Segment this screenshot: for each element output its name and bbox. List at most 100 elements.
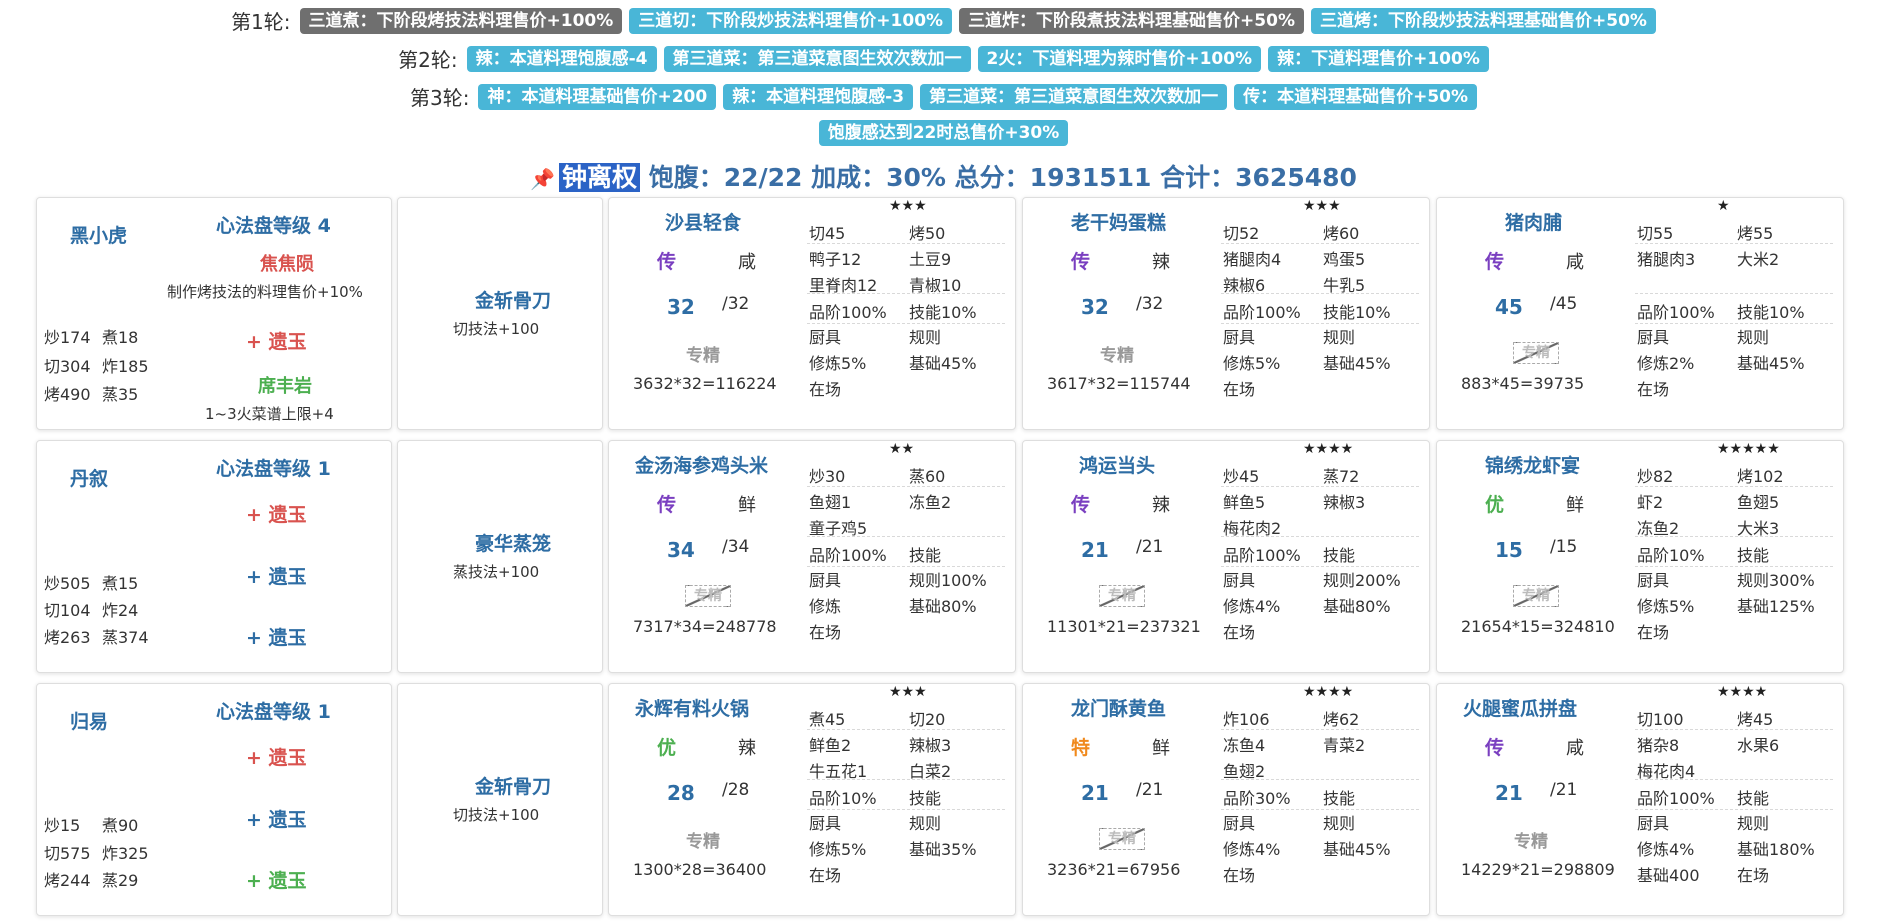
equipment-card[interactable]: 金斩骨刀 切技法+100: [397, 683, 603, 916]
dish-card[interactable]: 金汤海参鸡头米 ★★ 传 鲜 34/34 专精 7317*34=248778 炒30 蒸60 鱼翅…: [608, 440, 1016, 673]
specialization-label[interactable]: 专精: [1514, 827, 1548, 852]
chef-card[interactable]: 黑小虎 心法盘等级 4 焦焦陨 制作烤技法的料理售价+10% + 遗玉 席丰岩 1~3火菜谱…: [36, 197, 392, 430]
dish-card[interactable]: 锦绣龙虾宴 ★★★★★ 优 鲜 15/15 专精 21654*15=324810 炒82 烤10…: [1436, 440, 1844, 673]
jade-name[interactable]: 席丰岩: [258, 372, 312, 398]
round-tag[interactable]: 三道切：下阶段炒技法料理售价+100%: [629, 7, 953, 34]
dish-detail: 技能: [1737, 546, 1770, 565]
dish-card[interactable]: 龙门酥黄鱼 ★★★★ 特 鲜 21/21 专精 3236*21=67956 炸106 烤62 冻鱼…: [1022, 683, 1430, 916]
dish-name[interactable]: 金汤海参鸡头米: [635, 451, 768, 478]
dish-quantity[interactable]: 21: [1081, 538, 1109, 562]
dish-quantity[interactable]: 32: [1081, 295, 1109, 319]
round-tag[interactable]: 传：本道料理基础售价+50%: [1234, 83, 1478, 110]
dish-name[interactable]: 龙门酥黄鱼: [1071, 694, 1166, 721]
jade-slot[interactable]: + 遗玉: [246, 805, 307, 832]
specialization-disabled[interactable]: 专精: [685, 585, 731, 607]
dish-name[interactable]: 鸿运当头: [1079, 451, 1155, 478]
chef-name[interactable]: 丹叙: [70, 464, 108, 491]
price-formula: 3236*21=67956: [1047, 860, 1181, 879]
specialization-disabled[interactable]: 专精: [1513, 585, 1559, 607]
round-tag[interactable]: 饱腹感达到22时总售价+30%: [818, 120, 1069, 146]
round-tag[interactable]: 三道炸：下阶段煮技法料理基础售价+50%: [959, 7, 1304, 34]
dish-name[interactable]: 老干妈蛋糕: [1071, 208, 1166, 235]
specialization-label[interactable]: 专精: [686, 827, 720, 852]
dish-quantity[interactable]: 15: [1495, 538, 1523, 562]
dish-taste: 辣: [1152, 252, 1170, 273]
dish-detail: 烤62: [1323, 710, 1360, 729]
equipment-card[interactable]: 金斩骨刀 切技法+100: [397, 197, 603, 430]
dish-name[interactable]: 锦绣龙虾宴: [1485, 451, 1580, 478]
divider: [807, 729, 1005, 730]
equipment-name[interactable]: 金斩骨刀: [475, 772, 551, 799]
dish-card[interactable]: 永辉有料火锅 ★★★ 优 辣 28/28 专精 1300*28=36400 煮45 切20 鲜鱼2…: [608, 683, 1016, 916]
chef-card[interactable]: 丹叙 心法盘等级 1 + 遗玉 + 遗玉 + 遗玉 炒505 煮15 切104 炸24 烤263 蒸…: [36, 440, 392, 673]
round-tag[interactable]: 辣：本道料理饱腹感-4: [466, 45, 657, 72]
heart-disk-level[interactable]: 心法盘等级 4: [216, 211, 331, 238]
dish-card[interactable]: 鸿运当头 ★★★★ 传 辣 21/21 专精 11301*21=237321 炒45 蒸72 鲜鱼…: [1022, 440, 1430, 673]
dish-card[interactable]: 火腿蜜瓜拼盘 ★★★★ 传 咸 21/21 专精 14229*21=298809 切100 烤4…: [1436, 683, 1844, 916]
dish-name[interactable]: 猪肉脯: [1505, 208, 1562, 235]
equipment-name[interactable]: 金斩骨刀: [475, 286, 551, 313]
dish-detail: 规则: [909, 328, 942, 347]
specialization-label[interactable]: 专精: [1100, 341, 1134, 366]
jade-slot[interactable]: + 遗玉: [246, 500, 307, 527]
dish-detail: 基础45%: [1737, 354, 1805, 373]
dish-detail: 烤55: [1737, 224, 1774, 243]
round-tag[interactable]: 神：本道料理基础售价+200: [478, 83, 717, 110]
chef-skill-stat: 煮90: [102, 816, 139, 835]
dish-card[interactable]: 猪肉脯 ★ 传 咸 45/45 专精 883*45=39735 切55 烤55 猪腿肉3 大米2 品阶…: [1436, 197, 1844, 430]
dish-card[interactable]: 老干妈蛋糕 ★★★ 传 辣 32/32 专精 3617*32=115744 切52 烤60 猪腿肉…: [1022, 197, 1430, 430]
dish-card[interactable]: 沙县轻食 ★★★ 传 咸 32/32 专精 3632*32=116224 切45 烤50 鸭子12…: [608, 197, 1016, 430]
dish-quantity-max: /32: [722, 294, 750, 314]
heart-disk-level[interactable]: 心法盘等级 1: [216, 454, 331, 481]
chef-name[interactable]: 归易: [70, 707, 108, 734]
divider: [1221, 809, 1419, 810]
price-formula: 7317*34=248778: [633, 617, 777, 636]
dish-quantity[interactable]: 45: [1495, 295, 1523, 319]
round-tag[interactable]: 第三道菜：第三道菜意图生效次数加一: [663, 45, 971, 72]
selected-chef[interactable]: 钟离权: [558, 163, 640, 192]
specialization-disabled[interactable]: 专精: [1099, 828, 1145, 850]
chef-card[interactable]: 归易 心法盘等级 1 + 遗玉 + 遗玉 + 遗玉 炒15 煮90 切575 炸325 烤244 蒸…: [36, 683, 392, 916]
jade-slot[interactable]: + 遗玉: [246, 866, 307, 893]
divider: [1221, 566, 1419, 567]
dish-name[interactable]: 沙县轻食: [665, 208, 741, 235]
divider: [1221, 486, 1419, 487]
jade-slot[interactable]: + 遗玉: [246, 327, 307, 354]
divider: [1635, 243, 1833, 244]
round-tag[interactable]: 第三道菜：第三道菜意图生效次数加一: [920, 83, 1228, 110]
round-tag[interactable]: 2火：下道料理为辣时售价+100%: [977, 45, 1262, 72]
dish-detail: 规则: [1323, 328, 1356, 347]
dish-detail: 蒸60: [909, 467, 946, 486]
jade-slot[interactable]: + 遗玉: [246, 623, 307, 650]
dish-name[interactable]: 火腿蜜瓜拼盘: [1463, 694, 1577, 721]
specialization-label[interactable]: 专精: [686, 341, 720, 366]
round-tag[interactable]: 三道烤：下阶段炒技法料理基础售价+50%: [1311, 7, 1656, 34]
pin-icon[interactable]: 📌: [530, 167, 555, 191]
dish-name[interactable]: 永辉有料火锅: [635, 694, 749, 721]
dish-quantity[interactable]: 32: [667, 295, 695, 319]
round-tag[interactable]: 辣：下道料理售价+100%: [1268, 45, 1489, 72]
jade-slot[interactable]: + 遗玉: [246, 562, 307, 589]
dish-quantity[interactable]: 34: [667, 538, 695, 562]
dish-taste: 鲜: [1152, 738, 1170, 759]
jade-slot[interactable]: + 遗玉: [246, 743, 307, 770]
dish-quantity[interactable]: 28: [667, 781, 695, 805]
chef-name[interactable]: 黑小虎: [70, 221, 127, 248]
equipment-name[interactable]: 豪华蒸笼: [475, 529, 551, 556]
round-tag[interactable]: 三道煮：下阶段烤技法料理售价+100%: [299, 7, 623, 34]
dish-quantity-max: /34: [722, 537, 750, 557]
specialization-disabled[interactable]: 专精: [1513, 342, 1559, 364]
round-tag[interactable]: 辣：本道料理饱腹感-3: [723, 83, 914, 110]
specialization-disabled[interactable]: 专精: [1099, 585, 1145, 607]
dish-quantity[interactable]: 21: [1495, 781, 1523, 805]
dish-grade: 优: [1485, 494, 1505, 516]
dish-detail: 鱼翅5: [1737, 493, 1780, 512]
price-formula: 14229*21=298809: [1461, 860, 1615, 879]
dish-detail: 厨具: [809, 571, 842, 590]
dish-quantity[interactable]: 21: [1081, 781, 1109, 805]
dish-detail: 技能10%: [1323, 303, 1391, 322]
dish-detail: 在场: [809, 866, 842, 885]
heart-disk-level[interactable]: 心法盘等级 1: [216, 697, 331, 724]
divider: [1635, 536, 1833, 537]
equipment-card[interactable]: 豪华蒸笼 蒸技法+100: [397, 440, 603, 673]
